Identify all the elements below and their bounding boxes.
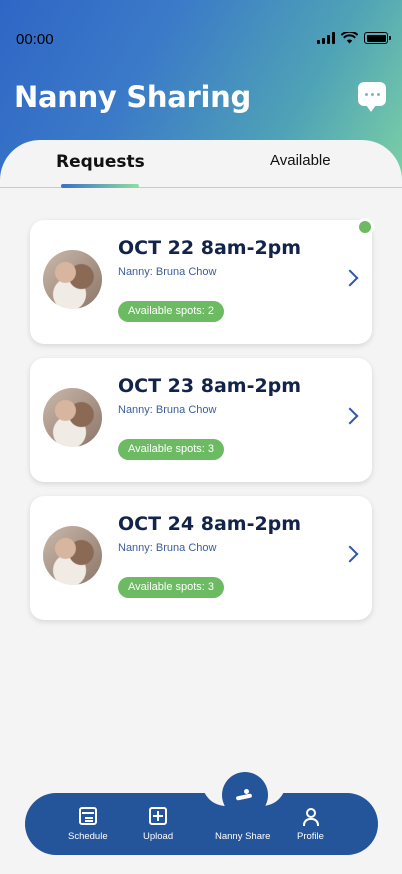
- status-time: 00:00: [16, 31, 54, 48]
- profile-icon: [301, 807, 320, 826]
- nanny-name: Nanny: Bruna Chow: [118, 266, 217, 278]
- request-card[interactable]: OCT 23 8am-2pm Nanny: Bruna Chow Availab…: [30, 358, 372, 482]
- chevron-right-icon[interactable]: [341, 545, 359, 563]
- request-date: OCT 24 8am-2pm: [118, 513, 302, 535]
- unread-indicator: [356, 218, 374, 236]
- avatar: [43, 526, 102, 585]
- nanny-share-button[interactable]: [222, 772, 268, 818]
- request-card[interactable]: OCT 24 8am-2pm Nanny: Bruna Chow Availab…: [30, 496, 372, 620]
- avatar: [43, 388, 102, 447]
- available-spots-badge: Available spots: 3: [118, 439, 225, 460]
- status-bar: 00:00: [0, 0, 402, 80]
- status-icons: [317, 32, 391, 44]
- bottom-nav: Schedule Upload Nanny Share Profile: [25, 793, 378, 855]
- tab-bar: Requests Available: [0, 140, 402, 188]
- request-date: OCT 22 8am-2pm: [118, 237, 302, 259]
- nav-schedule[interactable]: Schedule: [68, 793, 108, 855]
- nanny-name: Nanny: Bruna Chow: [118, 404, 217, 416]
- chevron-right-icon[interactable]: [341, 269, 359, 287]
- calendar-icon: [78, 807, 97, 825]
- tab-available[interactable]: Available: [270, 152, 331, 169]
- nanny-share-icon: [236, 789, 254, 801]
- tab-requests[interactable]: Requests: [56, 152, 145, 172]
- avatar: [43, 250, 102, 309]
- available-spots-badge: Available spots: 2: [118, 301, 225, 322]
- nanny-name: Nanny: Bruna Chow: [118, 542, 217, 554]
- tab-active-indicator: [61, 184, 139, 188]
- nav-profile[interactable]: Profile: [297, 793, 324, 855]
- request-card[interactable]: OCT 22 8am-2pm Nanny: Bruna Chow Availab…: [30, 218, 374, 344]
- battery-icon: [364, 32, 391, 44]
- request-date: OCT 23 8am-2pm: [118, 375, 302, 397]
- available-spots-badge: Available spots: 3: [118, 577, 225, 598]
- chevron-right-icon[interactable]: [341, 407, 359, 425]
- nav-label: Upload: [143, 831, 174, 842]
- nav-label: Schedule: [68, 831, 108, 842]
- nav-label: Profile: [297, 831, 324, 842]
- signal-icon: [317, 32, 335, 44]
- nav-label: Nanny Share: [215, 831, 271, 842]
- upload-icon: [149, 807, 168, 825]
- chat-icon[interactable]: [358, 82, 386, 112]
- wifi-icon: [341, 32, 358, 44]
- page-title: Nanny Sharing: [14, 80, 251, 114]
- nav-upload[interactable]: Upload: [143, 793, 173, 855]
